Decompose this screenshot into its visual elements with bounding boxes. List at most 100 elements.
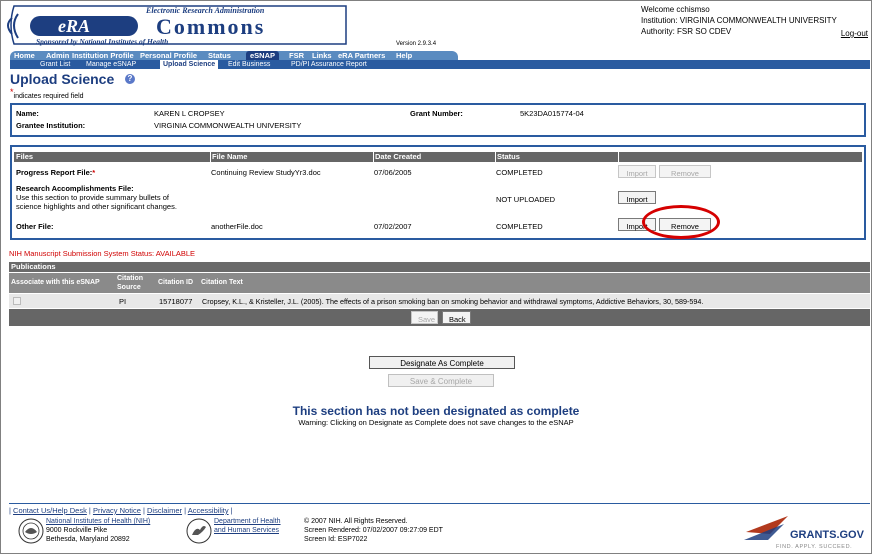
footer-info: © 2007 NIH. All Rights Reserved. Screen … (304, 517, 443, 544)
help-icon[interactable]: ? (125, 74, 135, 84)
citation-text: Cropsey, K.L., & Kristeller, J.L. (2005)… (202, 297, 704, 306)
other-file-status: COMPLETED (496, 222, 543, 231)
grants-gov-tagline: FIND. APPLY. SUCCEED. (776, 544, 852, 550)
institution-label: Grantee Institution: (16, 121, 86, 130)
progress-report-status: COMPLETED (496, 168, 543, 177)
files-panel: Files File Name Date Created Status Prog… (10, 145, 866, 240)
hhs-link-1[interactable]: Department of Health (214, 518, 281, 525)
era-commons-logo: Electronic Research Administration eRA C… (7, 5, 347, 46)
page-title: Upload Science (10, 71, 115, 87)
col-citation-text: Citation Text (201, 279, 243, 286)
copyright-text: © 2007 NIH. All Rights Reserved. (304, 518, 408, 525)
footer-link-contact[interactable]: Contact Us/Help Desk (13, 506, 87, 515)
required-note: *indicates required field (10, 87, 84, 100)
save-and-complete-button[interactable]: Save & Complete (388, 374, 494, 387)
footer-links: | Contact Us/Help Desk | Privacy Notice … (9, 506, 233, 515)
nih-address: National Institutes of Health (NIH) 9000… (46, 517, 150, 544)
other-file-date: 07/02/2007 (374, 222, 412, 231)
col-status: Status (497, 152, 520, 161)
designate-complete-button[interactable]: Designate As Complete (369, 356, 515, 369)
authority-text: Authority: FSR SO CDEV (641, 27, 732, 36)
nih-manuscript-status: NIH Manuscript Submission System Status:… (9, 249, 196, 258)
subnav-pdpi-assurance-report[interactable]: PD/PI Assurance Report (291, 60, 367, 69)
hhs-link-block: Department of Health and Human Services (214, 517, 281, 535)
user-info: Welcome cchismso Institution: VIRGINIA C… (641, 4, 869, 37)
col-associate: Associate with this eSNAP (11, 279, 100, 286)
research-accomplishments-label: Research Accomplishments File: (16, 184, 134, 193)
publications-footer (9, 309, 870, 326)
back-button[interactable]: Back (442, 311, 471, 324)
name-label: Name: (16, 109, 39, 118)
logo-bottom-text: Sponsored by National Institutes of Heal… (36, 37, 168, 46)
nav-personal-profile[interactable]: Personal Profile (140, 51, 197, 60)
designation-warning: Warning: Clicking on Designate as Comple… (298, 418, 574, 427)
nih-address-line-2: Bethesda, Maryland 20892 (46, 536, 130, 543)
welcome-text: Welcome cchismso (641, 5, 710, 14)
nih-address-line-1: 9000 Rockville Pike (46, 527, 108, 534)
files-table-header: Files File Name Date Created Status (14, 152, 862, 162)
logo-commons-text: Commons (156, 14, 265, 39)
import-research-accomplishments-button[interactable]: Import (618, 191, 656, 204)
nav-fsr[interactable]: FSR (289, 51, 304, 60)
col-citation-id: Citation ID (158, 279, 193, 286)
hhs-seal-icon (186, 518, 212, 544)
required-note-text: indicates required field (13, 93, 84, 100)
associate-checkbox[interactable] (13, 297, 21, 305)
designation-status-title: This section has not been designated as … (292, 404, 580, 418)
screen-rendered-text: Screen Rendered: 07/02/2007 09:27:09 EDT (304, 527, 443, 534)
nav-home[interactable]: Home (14, 51, 35, 60)
research-accomplishments-desc-1: Use this section to provide summary bull… (16, 193, 169, 202)
nih-link[interactable]: National Institutes of Health (NIH) (46, 518, 150, 525)
nav-era-partners[interactable]: eRA Partners (338, 51, 385, 60)
screen-id-text: Screen Id: ESP7022 (304, 536, 368, 543)
footer-link-accessibility[interactable]: Accessibility (188, 506, 229, 515)
subnav-manage-esnap[interactable]: Manage eSNAP (86, 60, 136, 69)
secondary-nav: Grant List Manage eSNAP Upload Science E… (10, 60, 870, 69)
grant-number-label: Grant Number: (410, 109, 463, 118)
citation-id: 15718077 (159, 297, 193, 306)
highlight-circle-annotation (642, 205, 720, 239)
import-progress-report-button[interactable]: Import (618, 165, 656, 178)
nav-esnap[interactable]: eSNAP (246, 51, 280, 60)
footer-divider (9, 503, 870, 504)
subnav-edit-business[interactable]: Edit Business (228, 60, 270, 69)
research-accomplishments-status: NOT UPLOADED (496, 195, 556, 204)
nav-links[interactable]: Links (312, 51, 332, 60)
institution-value: VIRGINIA COMMONWEALTH UNIVERSITY (154, 121, 302, 130)
save-button[interactable]: Save (411, 311, 438, 324)
col-files: Files (16, 152, 34, 161)
progress-report-date: 07/06/2005 (374, 168, 412, 177)
col-citation-source-1: Citation (117, 275, 144, 282)
other-file-label: Other File: (16, 222, 54, 231)
progress-report-file-name: Continuing Review StudyYr3.doc (211, 168, 321, 177)
other-file-name: anotherFile.doc (211, 222, 263, 231)
nav-help[interactable]: Help (396, 51, 412, 60)
footer-link-disclaimer[interactable]: Disclaimer (147, 506, 182, 515)
publication-row: PI 15718077 Cropsey, K.L., & Kristeller,… (9, 294, 870, 308)
name-value: KAREN L CROPSEY (154, 109, 225, 118)
logout-link[interactable]: Log-out (841, 29, 868, 38)
remove-progress-report-button[interactable]: Remove (659, 165, 711, 178)
footer-link-privacy[interactable]: Privacy Notice (93, 506, 141, 515)
version-label: Version 2.9.3.4 (396, 41, 437, 47)
publications-header: Publications (9, 262, 870, 272)
subnav-grant-list[interactable]: Grant List (40, 60, 70, 69)
required-star-icon: * (10, 87, 14, 97)
publications-table-header: Associate with this eSNAP Citation Sourc… (9, 273, 870, 293)
logo-era-text: eRA (58, 16, 90, 36)
grants-gov-text: GRANTS.GOV (790, 529, 865, 541)
grant-number-value: 5K23DA015774-04 (520, 109, 584, 118)
nav-institution-profile[interactable]: Institution Profile (72, 51, 134, 60)
grants-gov-logo: GRANTS.GOV FIND. APPLY. SUCCEED. (744, 516, 865, 550)
col-date-created: Date Created (375, 152, 422, 161)
grant-info-panel: Name: KAREN L CROPSEY Grantee Institutio… (10, 103, 866, 137)
progress-report-label: Progress Report File:* (16, 168, 96, 177)
primary-nav: Home Admin Institution Profile Personal … (10, 51, 458, 60)
hhs-link-2[interactable]: and Human Services (214, 527, 279, 534)
nav-status[interactable]: Status (208, 51, 231, 60)
col-citation-source-2: Source (117, 284, 141, 291)
research-accomplishments-desc-2: science highlights and other significant… (16, 202, 177, 211)
subnav-upload-science[interactable]: Upload Science (160, 60, 219, 69)
nav-admin[interactable]: Admin (46, 51, 69, 60)
institution-text: Institution: VIRGINIA COMMONWEALTH UNIVE… (641, 16, 837, 25)
